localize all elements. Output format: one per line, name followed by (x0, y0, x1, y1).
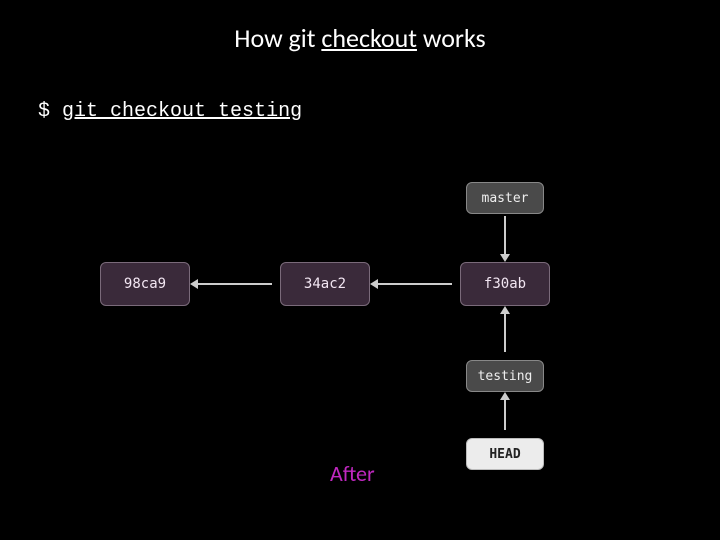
git-diagram: 98ca9 34ac2 f30ab master testing HEAD Af… (40, 150, 680, 510)
slide-title: How git checkout works (0, 22, 720, 54)
arrow-c3-to-c2 (378, 283, 452, 285)
title-underlined: checkout (321, 22, 417, 54)
arrow-master-to-c3 (504, 216, 506, 254)
title-post: works (417, 22, 486, 54)
state-label-after: After (330, 460, 375, 487)
commit-node-1: 98ca9 (100, 262, 190, 306)
arrow-c2-to-c1 (198, 283, 272, 285)
head-pointer: HEAD (466, 438, 544, 470)
branch-master: master (466, 182, 544, 214)
commit-node-2: 34ac2 (280, 262, 370, 306)
arrow-head-to-testing (504, 400, 506, 430)
title-pre: How git (234, 22, 321, 54)
command-prompt: $ (38, 100, 50, 123)
branch-testing: testing (466, 360, 544, 392)
arrow-testing-to-c3 (504, 314, 506, 352)
commit-node-3: f30ab (460, 262, 550, 306)
command-text: git checkout testing (62, 100, 302, 123)
command-line: $ git checkout testing (38, 100, 302, 123)
